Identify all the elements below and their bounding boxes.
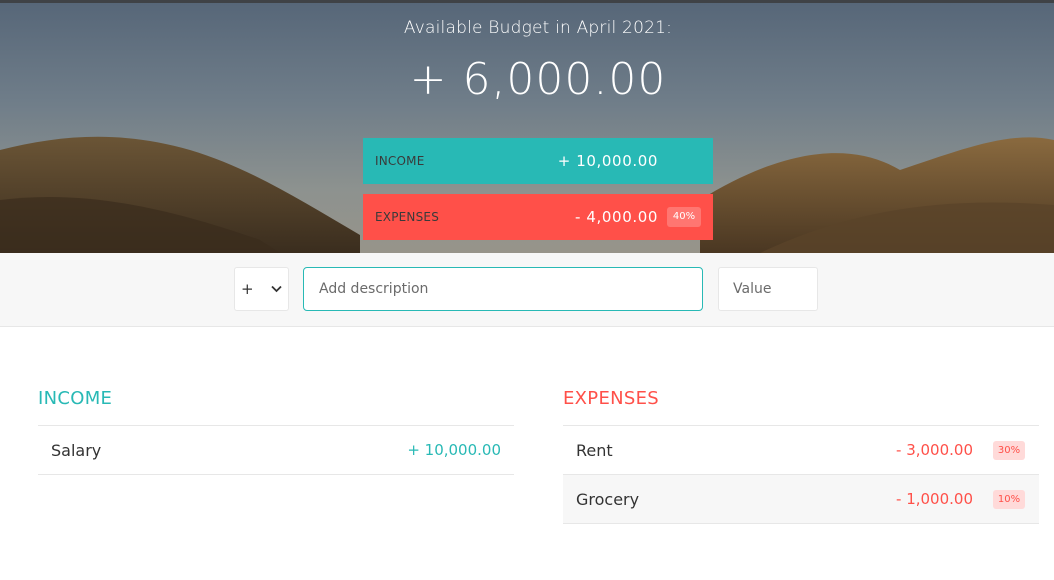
expense-item-description: Rent <box>576 440 613 460</box>
expense-item-description: Grocery <box>576 489 640 509</box>
income-summary-label: INCOME <box>375 154 425 168</box>
budget-title: Available Budget in April 2021: <box>403 18 673 38</box>
expenses-list: EXPENSES Rent - 3,000.00 30% Grocery - 1… <box>563 385 1039 524</box>
expenses-summary: EXPENSES - 4,000.00 40% <box>363 194 713 240</box>
expense-item-value: - 3,000.00 <box>896 441 973 459</box>
value-placeholder: Value <box>733 281 772 297</box>
expense-item[interactable]: Rent - 3,000.00 30% <box>563 426 1039 475</box>
income-item[interactable]: Salary + 10,000.00 <box>38 426 514 475</box>
expenses-summary-label: EXPENSES <box>375 210 440 224</box>
type-select-value: + <box>241 280 254 298</box>
budget-header: Available Budget in April 2021: + 6,000.… <box>0 0 1054 253</box>
income-summary: INCOME + 10,000.00 <box>363 138 713 184</box>
top-border <box>0 0 1054 3</box>
chevron-down-icon <box>271 283 282 296</box>
value-input[interactable]: Value <box>718 267 818 311</box>
description-placeholder: Add description <box>319 281 429 297</box>
expense-item[interactable]: Grocery - 1,000.00 10% <box>563 475 1039 524</box>
description-input[interactable]: Add description <box>303 267 703 311</box>
type-select[interactable]: + <box>234 267 289 311</box>
income-item-description: Salary <box>51 440 102 460</box>
income-summary-value: + 10,000.00 <box>557 152 658 170</box>
available-budget-value: + 6,000.00 <box>409 54 667 105</box>
expenses-list-title: EXPENSES <box>563 385 1039 426</box>
income-list: INCOME Salary + 10,000.00 <box>38 385 514 475</box>
expense-item-value: - 1,000.00 <box>896 490 973 508</box>
add-item-bar: + Add description Value <box>0 253 1054 327</box>
income-item-value: + 10,000.00 <box>407 441 501 459</box>
income-list-title: INCOME <box>38 385 514 426</box>
expenses-percentage-badge: 40% <box>667 207 701 227</box>
expense-percentage-badge: 10% <box>993 490 1025 509</box>
expense-percentage-badge: 30% <box>993 441 1025 460</box>
expenses-summary-value: - 4,000.00 <box>575 208 658 226</box>
